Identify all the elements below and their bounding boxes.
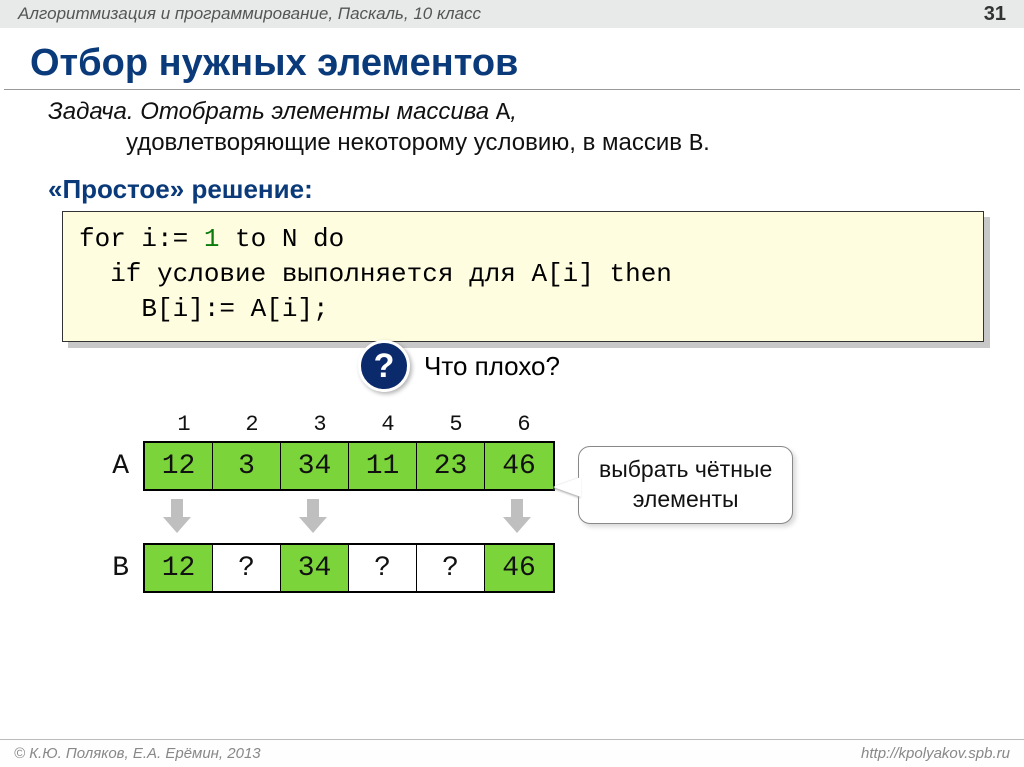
b-cell-6: 46: [485, 545, 553, 591]
task-line-2: удовлетворяющие некоторому условию, в ма…: [48, 129, 984, 158]
callout-pointer-icon: [553, 477, 581, 497]
question-mark: ?: [374, 347, 395, 386]
code-l2: if условие выполняется для A[i] then: [79, 259, 672, 289]
solution-label: «Простое» решение:: [48, 174, 984, 205]
task-code-b: B: [689, 131, 703, 158]
arrow-slot-5: [415, 499, 483, 535]
task-text-2a: удовлетворяющие некоторому условию, в ма…: [126, 129, 689, 156]
idx-3: 3: [286, 412, 354, 437]
b-cell-4: ?: [349, 545, 417, 591]
b-cell-3: 34: [281, 545, 349, 591]
task-text-1b: ,: [510, 98, 517, 125]
task-code-a: A: [496, 100, 510, 127]
down-arrow-icon: [299, 499, 327, 535]
index-row: 1 2 3 4 5 6: [88, 412, 984, 437]
down-arrow-icon: [503, 499, 531, 535]
array-b-cells: 12 ? 34 ? ? 46: [143, 543, 555, 593]
arrows-row: [88, 499, 984, 535]
task-line-1: Задача. Отобрать элементы массива A,: [48, 98, 984, 127]
subject-text: Алгоритмизация и программирование, Паска…: [18, 4, 481, 24]
select-line-1: выбрать чётные: [599, 455, 772, 485]
task-text-2b: .: [703, 129, 710, 156]
arrow-slot-4: [347, 499, 415, 535]
code-box: for i:= 1 to N do if условие выполняется…: [62, 211, 984, 342]
slide-title: Отбор нужных элементов: [0, 28, 1024, 89]
b-cell-5: ?: [417, 545, 485, 591]
idx-4: 4: [354, 412, 422, 437]
code-l1a: for i:=: [79, 224, 204, 254]
array-a-cells: 12 3 34 11 23 46: [143, 441, 555, 491]
question-icon: ?: [358, 340, 410, 392]
idx-1: 1: [150, 412, 218, 437]
task-label: Задача: [48, 98, 127, 125]
code-l1b: to N do: [219, 224, 344, 254]
arrow-slot-6: [483, 499, 551, 535]
code-content: for i:= 1 to N do if условие выполняется…: [62, 211, 984, 342]
idx-5: 5: [422, 412, 490, 437]
select-callout: выбрать чётные элементы: [578, 446, 793, 524]
array-a-row: A 12 3 34 11 23 46: [88, 441, 984, 491]
array-b-row: B 12 ? 34 ? ? 46: [88, 543, 984, 593]
a-cell-3: 34: [281, 443, 349, 489]
b-cell-1: 12: [145, 545, 213, 591]
array-diagram: 1 2 3 4 5 6 A 12 3 34 11 23 46: [48, 412, 984, 672]
content-area: Задача. Отобрать элементы массива A, удо…: [0, 90, 1024, 672]
a-cell-2: 3: [213, 443, 281, 489]
select-box: выбрать чётные элементы: [578, 446, 793, 524]
header-bar: Алгоритмизация и программирование, Паска…: [0, 0, 1024, 28]
task-text-1a: . Отобрать элементы массива: [127, 98, 496, 125]
footer: © К.Ю. Поляков, Е.А. Ерёмин, 2013 http:/…: [0, 739, 1024, 767]
a-cell-4: 11: [349, 443, 417, 489]
down-arrow-icon: [163, 499, 191, 535]
a-cell-1: 12: [145, 443, 213, 489]
callout: ? Что плохо?: [48, 340, 984, 392]
select-line-2: элементы: [599, 485, 772, 515]
array-a-label: A: [88, 451, 143, 482]
b-cell-2: ?: [213, 545, 281, 591]
array-b-label: B: [88, 553, 143, 584]
idx-2: 2: [218, 412, 286, 437]
footer-right: http://kpolyakov.spb.ru: [861, 745, 1010, 762]
a-cell-5: 23: [417, 443, 485, 489]
idx-6: 6: [490, 412, 558, 437]
footer-left: © К.Ю. Поляков, Е.А. Ерёмин, 2013: [14, 745, 261, 762]
code-l3: B[i]:= A[i];: [79, 294, 329, 324]
callout-text: Что плохо?: [424, 351, 560, 382]
code-one: 1: [204, 224, 220, 254]
arrow-slot-2: [211, 499, 279, 535]
page-number: 31: [984, 3, 1006, 26]
a-cell-6: 46: [485, 443, 553, 489]
arrow-slot-1: [143, 499, 211, 535]
arrow-slot-3: [279, 499, 347, 535]
